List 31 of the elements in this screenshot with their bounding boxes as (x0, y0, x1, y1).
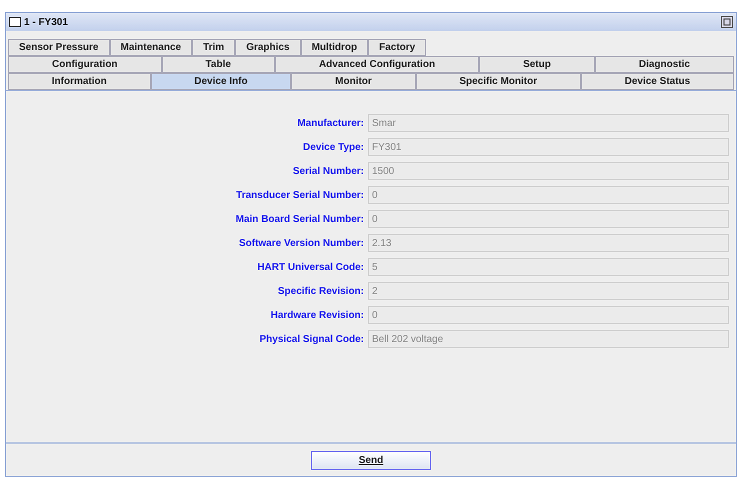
maximize-icon (723, 18, 731, 26)
tab[interactable]: Graphics (235, 39, 301, 56)
send-button[interactable]: Send (311, 450, 431, 470)
field-label: Specific Revision: (276, 284, 365, 298)
tab[interactable]: Specific Monitor (416, 73, 581, 90)
tab[interactable]: Information (8, 73, 151, 90)
field-label: HART Universal Code: (256, 260, 365, 274)
field-label: Physical Signal Code: (258, 332, 365, 346)
field-label: Serial Number: (292, 164, 365, 178)
tab[interactable]: Advanced Configuration (274, 56, 480, 73)
tab[interactable]: Setup (479, 56, 595, 73)
field-label: Software Version Number: (238, 236, 365, 250)
field-label: Transducer Serial Number: (235, 188, 365, 202)
tab[interactable]: Maintenance (110, 39, 192, 56)
window-title: 1 - FY301 (24, 16, 68, 30)
field-label: Manufacturer: (296, 116, 365, 130)
tab[interactable]: Device Status (580, 73, 734, 90)
field-label: Device Type: (302, 140, 365, 154)
tab[interactable]: Configuration (8, 56, 162, 73)
tab[interactable]: Diagnostic (594, 56, 734, 73)
maximize-button[interactable] (721, 16, 733, 28)
tab[interactable]: Multidrop (300, 39, 368, 56)
tab[interactable]: Sensor Pressure (8, 39, 110, 56)
tab[interactable]: Monitor (291, 73, 416, 90)
tab[interactable]: Factory (368, 39, 426, 56)
window-icon (9, 17, 21, 27)
tab[interactable]: Table (162, 56, 275, 73)
field-label: Main Board Serial Number: (234, 212, 365, 226)
field-label: Hardware Revision: (270, 308, 365, 322)
tab[interactable]: Trim (192, 39, 236, 56)
tab[interactable]: Device Info (150, 73, 292, 90)
